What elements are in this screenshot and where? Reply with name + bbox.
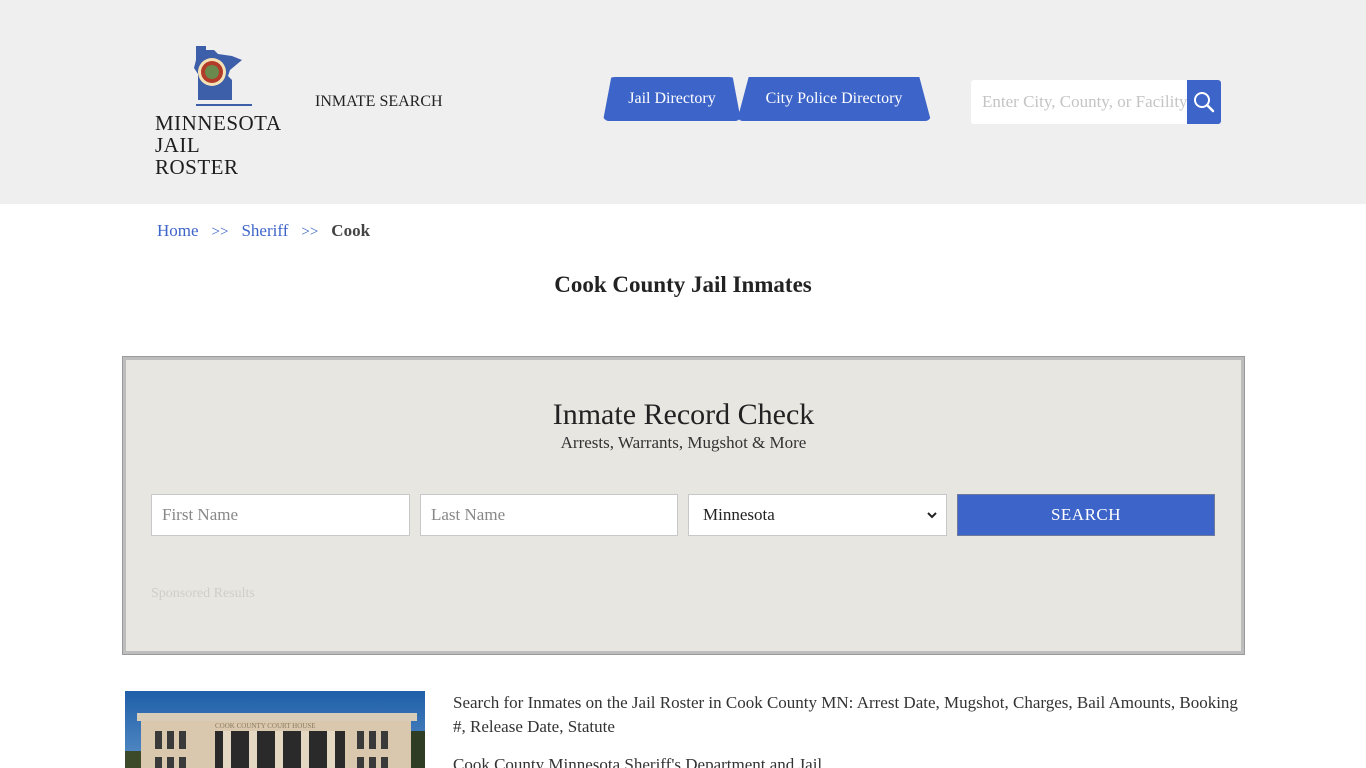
breadcrumb-separator: >> <box>301 224 318 240</box>
county-description: Search for Inmates on the Jail Roster in… <box>453 691 1243 768</box>
logo-divider <box>196 104 252 106</box>
logo-line-1: MINNESOTA <box>155 112 284 134</box>
record-check-subtitle: Arrests, Warrants, Mugshot & More <box>126 433 1241 453</box>
inmate-record-check-panel: Inmate Record Check Arrests, Warrants, M… <box>123 357 1244 654</box>
last-name-input[interactable] <box>420 494 678 536</box>
site-header: MINNESOTA JAIL ROSTER INMATE SEARCH Jail… <box>0 0 1366 204</box>
first-name-input[interactable] <box>151 494 410 536</box>
search-button[interactable]: SEARCH <box>957 494 1215 536</box>
tab-city-police-directory[interactable]: City Police Directory <box>737 77 931 121</box>
courthouse-photo: COOK COUNTY COURT HOUSE <box>125 691 425 768</box>
logo-text: MINNESOTA JAIL ROSTER <box>152 112 284 178</box>
breadcrumb-home[interactable]: Home <box>157 221 199 240</box>
breadcrumb-current: Cook <box>331 221 370 240</box>
logo-line-2: JAIL ROSTER <box>155 134 284 178</box>
state-select-value: Minnesota <box>703 505 775 525</box>
breadcrumb-sheriff[interactable]: Sheriff <box>241 221 288 240</box>
courthouse-inscription: COOK COUNTY COURT HOUSE <box>215 722 316 730</box>
facility-search <box>971 80 1221 124</box>
facility-search-input[interactable] <box>971 80 1187 124</box>
tab-jail-directory[interactable]: Jail Directory <box>603 77 741 121</box>
minnesota-map-icon <box>192 44 244 102</box>
page-title: Cook County Jail Inmates <box>0 272 1366 298</box>
site-logo[interactable]: MINNESOTA JAIL ROSTER <box>152 44 284 162</box>
breadcrumb: Home >> Sheriff >> Cook <box>157 221 370 241</box>
inmate-search-link[interactable]: INMATE SEARCH <box>315 93 443 111</box>
chevron-down-icon <box>926 510 938 520</box>
facility-search-button[interactable] <box>1187 80 1221 124</box>
state-select[interactable]: Minnesota <box>688 494 947 536</box>
sponsored-results-label: Sponsored Results <box>151 586 255 602</box>
courthouse-image: COOK COUNTY COURT HOUSE <box>125 691 425 768</box>
breadcrumb-separator: >> <box>212 224 229 240</box>
description-paragraph: Cook County Minnesota Sheriff's Departme… <box>453 753 1243 768</box>
record-check-title: Inmate Record Check <box>126 398 1241 432</box>
search-icon <box>1193 91 1215 113</box>
description-paragraph: Search for Inmates on the Jail Roster in… <box>453 691 1243 739</box>
